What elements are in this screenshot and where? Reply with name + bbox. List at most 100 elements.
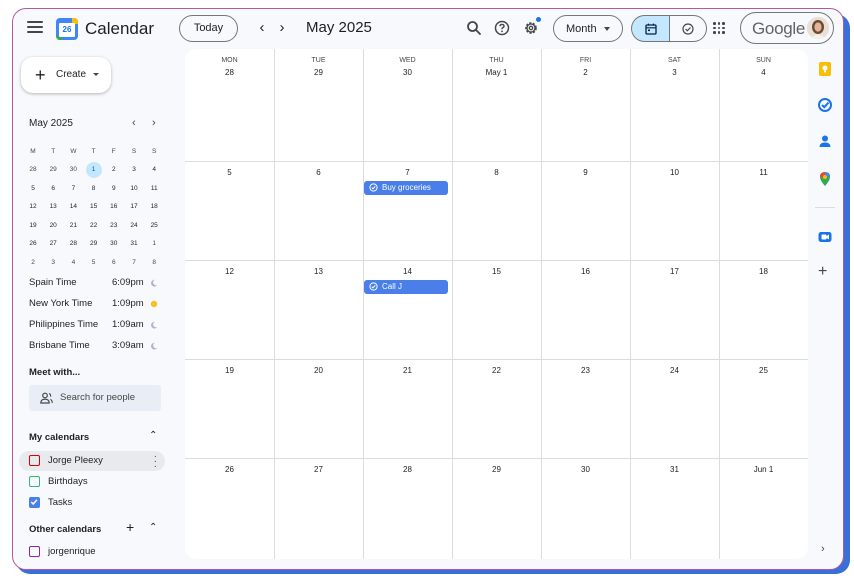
mini-day[interactable]: 7 <box>65 181 81 197</box>
mini-day[interactable]: 4 <box>65 255 81 271</box>
day-number[interactable]: 20 <box>274 366 363 375</box>
mini-day[interactable]: 26 <box>25 236 41 252</box>
mini-previous-month-icon[interactable]: ‹ <box>132 117 136 129</box>
mini-day[interactable]: 29 <box>86 236 102 252</box>
checkbox-icon[interactable] <box>29 476 40 487</box>
day-number[interactable]: 10 <box>630 168 719 177</box>
day-number[interactable]: 28 <box>363 465 452 474</box>
day-number[interactable]: 2 <box>541 68 630 77</box>
next-period-icon[interactable]: › <box>275 20 289 36</box>
day-number[interactable]: 31 <box>630 465 719 474</box>
day-number[interactable]: 29 <box>452 465 541 474</box>
mini-day[interactable]: 28 <box>65 236 81 252</box>
mini-day[interactable]: 15 <box>86 199 102 215</box>
tasks-icon[interactable] <box>817 97 833 113</box>
day-number[interactable]: 23 <box>541 366 630 375</box>
previous-period-icon[interactable]: ‹ <box>255 20 269 36</box>
collapse-other-calendars-icon[interactable]: ⌃ <box>149 522 157 533</box>
day-number[interactable]: 6 <box>274 168 363 177</box>
day-number[interactable]: 18 <box>719 267 808 276</box>
get-add-ons-icon[interactable]: + <box>818 263 827 281</box>
day-number[interactable]: 12 <box>185 267 274 276</box>
meet-icon[interactable] <box>817 229 833 245</box>
day-number[interactable]: 24 <box>630 366 719 375</box>
calendar-list-item[interactable]: jorgenrique <box>19 542 165 562</box>
day-number[interactable]: 7 <box>363 168 452 177</box>
mini-day[interactable]: 5 <box>25 181 41 197</box>
collapse-side-panel-icon[interactable]: › <box>821 543 825 555</box>
add-other-calendar-icon[interactable]: + <box>126 519 134 535</box>
calendar-list-item[interactable]: Tasks <box>19 493 165 513</box>
mini-day[interactable]: 6 <box>45 181 61 197</box>
mini-day[interactable]: 14 <box>65 199 81 215</box>
day-number[interactable]: 28 <box>185 68 274 77</box>
keep-icon[interactable] <box>817 61 833 77</box>
day-number[interactable]: 26 <box>185 465 274 474</box>
mini-day[interactable]: 9 <box>106 181 122 197</box>
mini-day[interactable]: 2 <box>25 255 41 271</box>
day-number[interactable]: 30 <box>541 465 630 474</box>
day-number[interactable]: 22 <box>452 366 541 375</box>
checked-checkbox-icon[interactable] <box>29 497 40 508</box>
task-event-chip[interactable]: Buy groceries <box>364 181 448 195</box>
mini-day[interactable]: 2 <box>106 162 122 178</box>
collapse-my-calendars-icon[interactable]: ⌃ <box>149 430 157 441</box>
task-event-chip[interactable]: Call J <box>364 280 448 294</box>
calendar-view-toggle[interactable] <box>631 15 669 42</box>
mini-day[interactable]: 30 <box>106 236 122 252</box>
mini-day[interactable]: 3 <box>126 162 142 178</box>
mini-day[interactable]: 13 <box>45 199 61 215</box>
mini-day[interactable]: 25 <box>146 218 162 234</box>
calendar-list-item[interactable]: Birthdays <box>19 472 165 492</box>
mini-day[interactable]: 7 <box>126 255 142 271</box>
contacts-icon[interactable] <box>817 133 833 149</box>
checkbox-icon[interactable] <box>29 546 40 557</box>
day-number[interactable]: 15 <box>452 267 541 276</box>
mini-day[interactable]: 4 <box>146 162 162 178</box>
day-number[interactable]: 11 <box>719 168 808 177</box>
day-number[interactable]: 27 <box>274 465 363 474</box>
tasks-view-toggle[interactable] <box>669 15 707 42</box>
mini-day[interactable]: 21 <box>65 218 81 234</box>
mini-day[interactable]: 12 <box>25 199 41 215</box>
mini-day[interactable]: 5 <box>86 255 102 271</box>
help-icon[interactable] <box>493 19 511 37</box>
day-number[interactable]: 29 <box>274 68 363 77</box>
mini-day[interactable]: 20 <box>45 218 61 234</box>
day-number[interactable]: 4 <box>719 68 808 77</box>
mini-day[interactable]: 19 <box>25 218 41 234</box>
view-selector[interactable]: Month <box>553 15 623 42</box>
more-options-icon[interactable]: · · · <box>154 452 157 472</box>
day-number[interactable]: 8 <box>452 168 541 177</box>
create-button[interactable]: + Create <box>21 57 111 93</box>
day-number[interactable]: 14 <box>363 267 452 276</box>
mini-day[interactable]: 10 <box>126 181 142 197</box>
mini-day[interactable]: 8 <box>146 255 162 271</box>
day-number[interactable]: 3 <box>630 68 719 77</box>
day-number[interactable]: Jun 1 <box>719 465 808 474</box>
apps-grid-icon[interactable] <box>713 22 725 34</box>
account-switcher[interactable]: Google <box>740 12 834 44</box>
day-number[interactable]: May 1 <box>452 68 541 77</box>
mini-day[interactable]: 16 <box>106 199 122 215</box>
day-number[interactable]: 16 <box>541 267 630 276</box>
checkbox-icon[interactable] <box>29 455 40 466</box>
mini-day[interactable]: 3 <box>45 255 61 271</box>
day-number[interactable]: 19 <box>185 366 274 375</box>
day-number[interactable]: 5 <box>185 168 274 177</box>
day-number[interactable]: 17 <box>630 267 719 276</box>
search-icon[interactable] <box>465 19 483 37</box>
mini-day[interactable]: 17 <box>126 199 142 215</box>
main-menu-icon[interactable] <box>27 21 43 35</box>
mini-day[interactable]: 8 <box>86 181 102 197</box>
mini-day[interactable]: 29 <box>45 162 61 178</box>
mini-day[interactable]: 11 <box>146 181 162 197</box>
maps-icon[interactable] <box>817 171 833 187</box>
day-number[interactable]: 30 <box>363 68 452 77</box>
mini-day[interactable]: 30 <box>65 162 81 178</box>
mini-day[interactable]: 22 <box>86 218 102 234</box>
search-people-input[interactable]: Search for people <box>29 385 161 411</box>
day-number[interactable]: 9 <box>541 168 630 177</box>
mini-day[interactable]: 31 <box>126 236 142 252</box>
mini-day[interactable]: 24 <box>126 218 142 234</box>
